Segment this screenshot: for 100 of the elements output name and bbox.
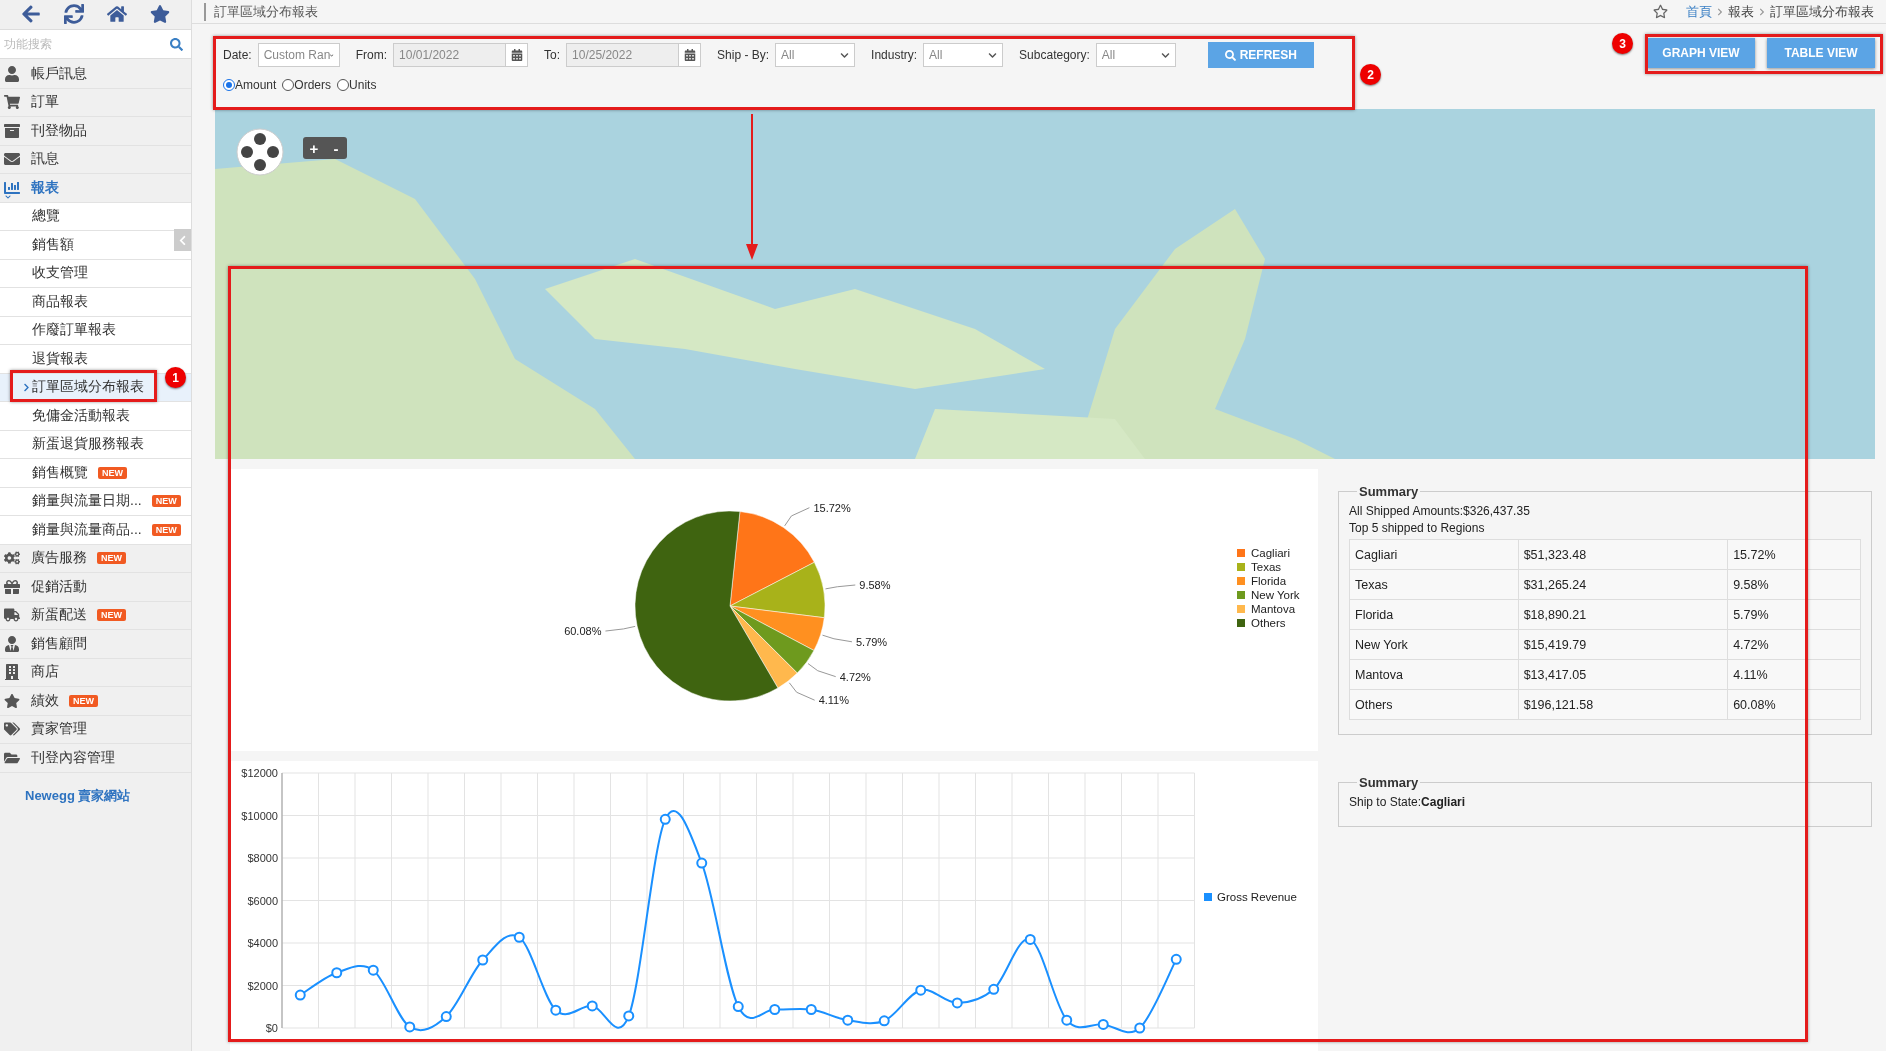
breadcrumb-link[interactable]: 首頁 <box>1686 2 1712 21</box>
search-icon[interactable] <box>170 37 183 51</box>
data-point <box>1097 1018 1109 1030</box>
field-label: To: <box>544 48 561 62</box>
search-field[interactable]: 功能搜索 <box>2 36 170 52</box>
legend-swatch <box>1237 619 1245 627</box>
table-cell: $13,417.05 <box>1518 659 1728 690</box>
field-label: Ship - By: <box>717 48 770 62</box>
menu-icon <box>3 578 21 595</box>
collapse-handle[interactable] <box>174 229 191 251</box>
caret-icon <box>1160 50 1170 60</box>
menu-icon <box>3 179 21 196</box>
radio-button[interactable] <box>282 79 295 91</box>
data-point <box>805 1004 817 1015</box>
calendar-icon[interactable] <box>505 44 528 66</box>
dropdown[interactable]: All <box>775 43 856 67</box>
chevron-icon <box>1716 7 1724 16</box>
sidebar-item[interactable]: 銷量與流量日期... NEW <box>0 487 191 516</box>
seller-site-link[interactable]: Newegg 賣家網站 <box>0 772 191 805</box>
data-point <box>1024 933 1036 945</box>
radio-button[interactable] <box>223 79 235 91</box>
legend-swatch <box>1204 893 1212 901</box>
sidebar-item[interactable]: 銷售額 <box>0 231 191 260</box>
data-label: 15.72% <box>813 501 851 514</box>
sidebar-item[interactable]: 收支管理 <box>0 259 191 288</box>
legend-swatch <box>1237 605 1245 613</box>
table-cell: Florida <box>1349 599 1519 630</box>
field-label: Subcategory: <box>1019 48 1090 62</box>
sidebar-item[interactable]: 新蛋退貨服務報表 <box>0 430 191 459</box>
table-cell: Others <box>1349 689 1519 720</box>
legend-swatch <box>1237 577 1245 585</box>
sidebar-item[interactable]: 商品報表 <box>0 288 191 317</box>
legend-label: Florida <box>1251 575 1287 587</box>
new-badge: NEW <box>151 523 181 536</box>
data-point <box>1170 953 1182 965</box>
field-label: Industry: <box>871 48 918 62</box>
data-point <box>440 1011 452 1023</box>
caret-icon <box>840 50 850 60</box>
radio-option[interactable]: Units <box>337 78 377 92</box>
dropdown[interactable]: Custom Ran <box>257 43 340 67</box>
star-icon[interactable] <box>149 4 170 24</box>
sidebar-item[interactable]: 作廢訂單報表 <box>0 316 191 345</box>
data-label: 5.79% <box>855 635 888 648</box>
sidebar-item[interactable]: 總覽 <box>0 202 191 231</box>
refresh-icon[interactable] <box>64 4 85 24</box>
legend-swatch <box>1237 563 1245 571</box>
legend-label: Others <box>1251 617 1286 629</box>
menu-icon <box>3 664 21 681</box>
leader-line <box>822 634 853 643</box>
radio-option[interactable]: Amount <box>223 78 277 92</box>
data-point <box>915 984 927 996</box>
y-tick-label: $10000 <box>241 809 278 822</box>
summary-subtitle: Top 5 shipped to Regions <box>1349 521 1486 535</box>
menu-icon <box>3 122 21 139</box>
menu-icon <box>3 721 21 738</box>
data-point <box>659 813 671 825</box>
new-badge: NEW <box>151 495 181 508</box>
data-point <box>988 983 1000 995</box>
dropdown[interactable]: All <box>923 43 1004 67</box>
back-icon[interactable] <box>21 4 42 24</box>
sidebar-item[interactable]: 銷售概覽 NEW <box>0 459 191 488</box>
data-point <box>732 1001 744 1013</box>
caret-icon <box>988 50 998 60</box>
new-badge: NEW <box>97 609 126 622</box>
leader-line <box>807 663 837 678</box>
summary-title: Summary <box>1358 484 1420 499</box>
data-point <box>294 989 306 1001</box>
star-icon[interactable] <box>1653 4 1668 19</box>
leader-line <box>604 625 636 632</box>
zoom-out-button[interactable]: - <box>325 137 347 159</box>
radio-option[interactable]: Orders <box>282 78 332 92</box>
zoom-in-button[interactable]: + <box>303 137 325 159</box>
table-cell: $31,265.24 <box>1518 569 1728 600</box>
sidebar-item[interactable]: 銷量與流量商品... NEW <box>0 516 191 545</box>
data-point <box>1134 1022 1146 1034</box>
breadcrumb-link[interactable]: 訂單區域分布報表 <box>1770 2 1874 21</box>
sidebar-item[interactable]: 退貨報表 <box>0 345 191 374</box>
field-label: From: <box>355 48 388 62</box>
breadcrumb-link[interactable]: 報表 <box>1728 2 1754 21</box>
y-tick-label: $6000 <box>247 894 278 907</box>
legend-label: Gross Revenue <box>1217 891 1297 903</box>
search-bar[interactable]: 功能搜索 <box>0 29 191 59</box>
menu-icon <box>3 607 21 624</box>
data-point <box>623 1010 635 1022</box>
leader-line <box>784 507 810 527</box>
y-tick-label: $2000 <box>247 979 278 992</box>
dropdown[interactable]: All <box>1095 43 1176 67</box>
step-number-badge: 2 <box>1360 64 1381 85</box>
page-title: 訂單區域分布報表 <box>204 2 318 21</box>
home-icon[interactable] <box>106 4 127 24</box>
data-point <box>696 857 708 869</box>
data-point <box>769 1004 781 1015</box>
chevron-icon <box>1758 7 1766 16</box>
radio-button[interactable] <box>337 79 350 91</box>
calendar-icon[interactable] <box>678 44 701 66</box>
legend-swatch <box>1237 591 1245 599</box>
sidebar-item[interactable]: 免傭金活動報表 <box>0 402 191 431</box>
data-label: 4.72% <box>839 670 871 683</box>
legend-label: Texas <box>1251 561 1282 573</box>
menu-icon <box>3 692 21 709</box>
